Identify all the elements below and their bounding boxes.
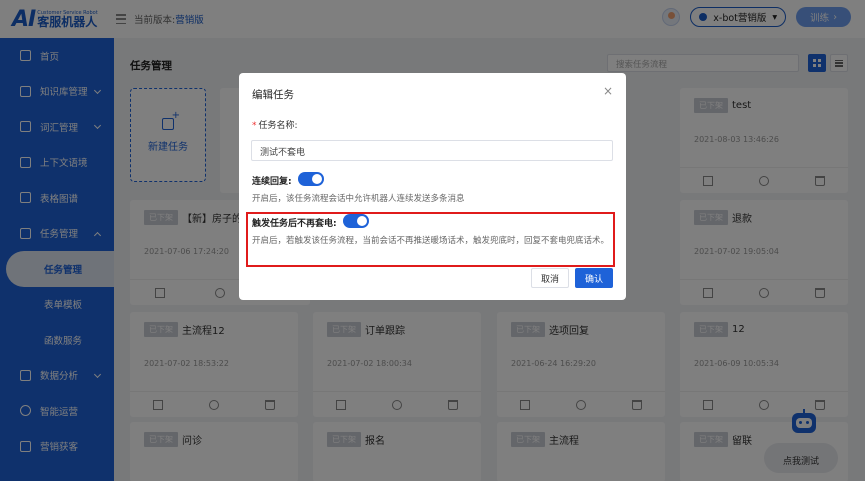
edit-task-dialog: 编辑任务 × * 任务名称: 测试不套电 连续回复: 开启后，该任务流程会话中允许… — [239, 73, 626, 300]
task-name-label: * 任务名称: — [252, 118, 298, 131]
required-mark: * — [252, 121, 257, 131]
continuous-reply-toggle[interactable] — [298, 172, 324, 186]
continuous-reply-label: 连续回复: — [252, 177, 292, 187]
confirm-button[interactable]: 确认 — [575, 268, 613, 288]
dialog-title: 编辑任务 — [252, 89, 294, 101]
close-icon[interactable]: × — [603, 84, 613, 98]
task-name-input[interactable]: 测试不套电 — [251, 140, 613, 161]
task-name-label-text: 任务名称: — [258, 121, 298, 131]
continuous-reply-description: 开启后，该任务流程会话中允许机器人连续发送多条消息 — [252, 194, 465, 204]
cancel-button[interactable]: 取消 — [531, 268, 569, 288]
highlight-box — [246, 212, 615, 267]
